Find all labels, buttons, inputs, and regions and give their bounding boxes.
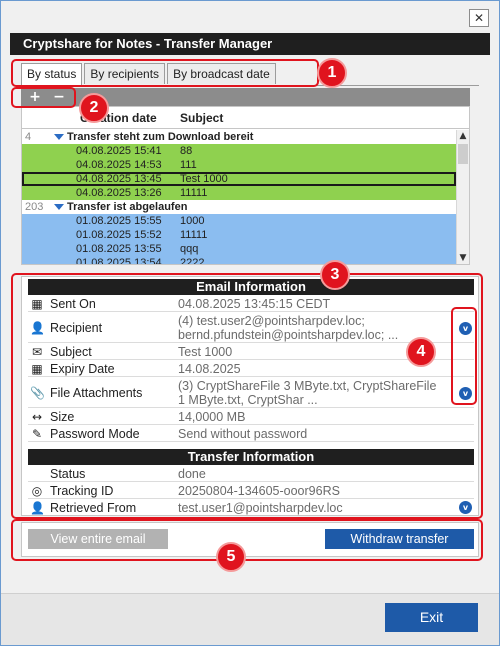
row-date: 04.08.2025 14:53 (76, 159, 162, 171)
callout-badge-2: 2 (79, 93, 109, 123)
row-date: 04.08.2025 15:41 (76, 145, 162, 157)
row-date: 01.08.2025 15:52 (76, 229, 162, 241)
row-date: 04.08.2025 13:26 (76, 187, 162, 199)
triangle-down-icon[interactable] (54, 134, 64, 140)
grid-rows: 4 Transfer steht zum Download bereit 04.… (22, 130, 456, 265)
table-row[interactable]: 04.08.2025 13:26 11111 (22, 186, 456, 200)
column-header-subject[interactable]: Subject (180, 111, 223, 125)
row-subject: 11111 (180, 229, 208, 241)
callout-badge-3: 3 (320, 260, 350, 290)
row-subject: qqq (180, 243, 199, 255)
scroll-up-icon[interactable]: ▲ (457, 130, 469, 142)
window-title: Cryptshare for Notes - Transfer Manager (10, 33, 490, 55)
window-topbar: ✕ (1, 1, 499, 31)
table-row[interactable]: 01.08.2025 15:55 1000 (22, 214, 456, 228)
scroll-down-icon[interactable]: ▼ (457, 252, 469, 264)
close-icon: ✕ (473, 11, 485, 25)
callout-box-details (11, 273, 483, 519)
row-subject: 11111 (180, 187, 208, 199)
group-label: Transfer ist abgelaufen (67, 201, 188, 213)
callout-box-actions (11, 519, 483, 561)
callout-box-expanders (451, 307, 477, 405)
transfer-manager-window: ✕ Cryptshare for Notes - Transfer Manage… (0, 0, 500, 646)
row-subject: 2222 (180, 257, 205, 265)
callout-badge-1: 1 (317, 58, 347, 88)
table-row[interactable]: 01.08.2025 13:54 2222 (22, 256, 456, 265)
group-count: 4 (25, 131, 32, 143)
scroll-thumb[interactable] (458, 144, 468, 164)
table-row[interactable]: 01.08.2025 13:55 qqq (22, 242, 456, 256)
exit-button[interactable]: Exit (385, 603, 478, 632)
triangle-down-icon[interactable] (54, 204, 64, 210)
grid-scrollbar[interactable]: ▲ ▼ (456, 130, 469, 264)
transfer-grid: Creation date Subject 4 Transfer steht z… (21, 106, 470, 265)
row-subject: 88 (180, 145, 193, 157)
table-row[interactable]: 04.08.2025 15:41 88 (22, 144, 456, 158)
callout-box-tabs (11, 59, 319, 87)
row-date: 01.08.2025 13:55 (76, 243, 162, 255)
callout-box-toolbar (11, 87, 76, 108)
group-label: Transfer steht zum Download bereit (67, 131, 254, 143)
close-button[interactable]: ✕ (469, 9, 489, 27)
row-date: 04.08.2025 13:45 (76, 173, 162, 185)
row-subject: Test 1000 (180, 173, 228, 185)
table-row[interactable]: 01.08.2025 15:52 11111 (22, 228, 456, 242)
table-row-selected[interactable]: 04.08.2025 13:45 Test 1000 (22, 172, 456, 186)
group-row-expired[interactable]: 203 Transfer ist abgelaufen (22, 200, 456, 214)
table-row[interactable]: 04.08.2025 14:53 111 (22, 158, 456, 172)
row-date: 01.08.2025 15:55 (76, 215, 162, 227)
footer-bar: Exit (1, 593, 499, 645)
row-date: 01.08.2025 13:54 (76, 257, 162, 265)
group-row-ready[interactable]: 4 Transfer steht zum Download bereit (22, 130, 456, 144)
callout-badge-4: 4 (406, 337, 436, 367)
row-subject: 111 (180, 159, 197, 171)
row-subject: 1000 (180, 215, 205, 227)
callout-badge-5: 5 (216, 542, 246, 572)
group-count: 203 (25, 201, 44, 213)
